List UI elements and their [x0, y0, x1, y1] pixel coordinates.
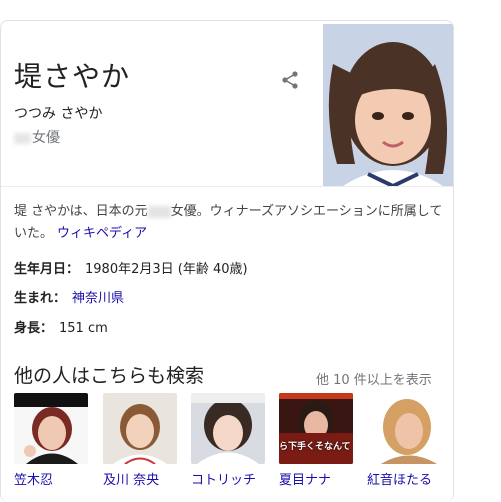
person-card[interactable]: コトリッチ [191, 393, 265, 488]
person-name[interactable]: 紅音ほたる [367, 469, 441, 488]
fact-value: 1980年2月3日 (年齢 40歳) [85, 262, 248, 277]
entity-subtitle-text: 女優 [32, 130, 60, 146]
person-name[interactable]: コトリッチ [191, 469, 265, 488]
knowledge-panel: 堤さやか つつみ さやか 女優 堤 さやかは、日本の元 女優。ウィナーズアソシエ… [0, 20, 454, 502]
birthplace-link[interactable]: 神奈川県 [72, 291, 124, 306]
person-card[interactable]: 及川 奈央 [103, 393, 177, 488]
thumbnail-caption: ら下手くそなんて [279, 442, 351, 452]
person-card[interactable]: 紅音ほたる [367, 393, 441, 488]
fact-height: 身長： 151 cm [14, 317, 108, 336]
person-name[interactable]: 夏目ナナ [279, 469, 353, 488]
person-name[interactable]: 及川 奈央 [103, 469, 177, 488]
share-icon[interactable] [279, 69, 301, 91]
description-text-1: 堤 さやかは、日本の元 [14, 204, 148, 219]
people-also-search-title: 他の人はこちらも検索 [14, 365, 205, 387]
fact-key: 身長： [14, 321, 54, 336]
person-card[interactable]: ら下手くそなんて 夏目ナナ [279, 393, 353, 488]
fact-birthplace: 生まれ： 神奈川県 [14, 287, 124, 306]
person-thumbnail[interactable]: ら下手くそなんて [279, 393, 353, 464]
entity-title: 堤さやか [14, 60, 131, 93]
person-thumbnail[interactable] [103, 393, 177, 464]
fact-key: 生まれ： [14, 291, 67, 306]
show-more-link[interactable]: 他 10 件以上を表示 [316, 369, 432, 388]
person-card[interactable]: 笠木忍 [14, 393, 88, 488]
entity-photo[interactable] [323, 24, 453, 186]
entity-description: 堤 さやかは、日本の元 女優。ウィナーズアソシエーションに所属していた。 ウィキペデ… [14, 201, 444, 245]
person-thumbnail[interactable] [191, 393, 265, 464]
entity-reading: つつみ さやか [14, 106, 103, 122]
wikipedia-link[interactable]: ウィキペディア [57, 226, 147, 241]
redacted-blur [14, 132, 31, 144]
fact-key: 生年月日： [14, 262, 80, 277]
entity-subtitle: 女優 [14, 127, 60, 147]
person-thumbnail[interactable] [367, 393, 441, 464]
fact-birthdate: 生年月日： 1980年2月3日 (年齢 40歳) [14, 258, 248, 277]
section-divider [1, 186, 453, 187]
panel-header: 堤さやか つつみ さやか 女優 [1, 21, 453, 186]
person-name[interactable]: 笠木忍 [14, 469, 88, 488]
person-thumbnail[interactable] [14, 393, 88, 464]
redacted-blur [147, 205, 171, 218]
fact-value: 151 cm [59, 321, 108, 336]
